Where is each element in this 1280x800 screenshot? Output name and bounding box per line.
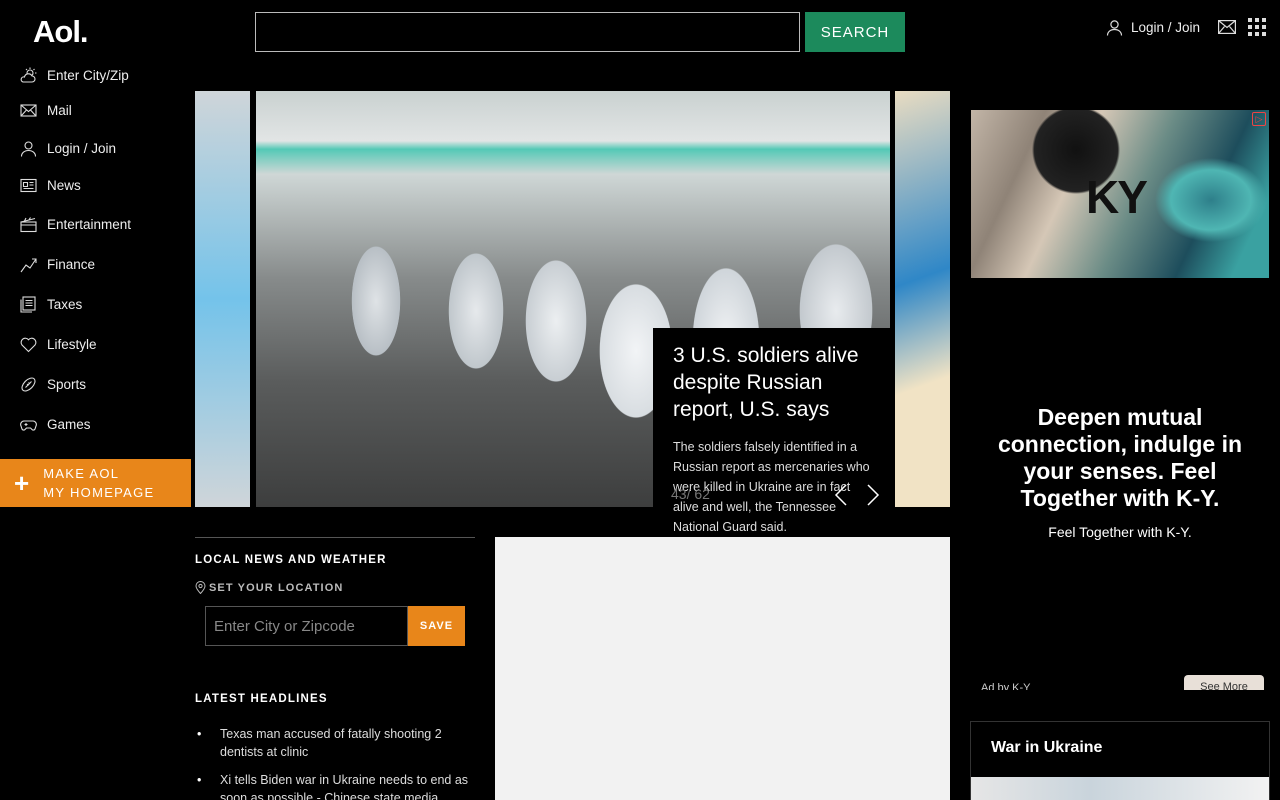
ad-sponsor: Ad by K-Y [981, 682, 1031, 690]
prev-slide-image[interactable] [195, 91, 250, 507]
header-login-link[interactable]: Login / Join [1106, 19, 1200, 36]
mail-icon [20, 103, 37, 117]
hero-caption[interactable]: 3 U.S. soldiers alive despite Russian re… [653, 328, 895, 538]
slide-counter: 43/ 62 [671, 486, 710, 502]
gamepad-icon [20, 419, 37, 431]
adchoices-icon[interactable]: ▷ [1252, 112, 1266, 126]
local-news-section: LOCAL NEWS AND WEATHER SET YOUR LOCATION… [195, 537, 475, 646]
header-actions: Login / Join [1106, 18, 1266, 36]
search-button[interactable]: SEARCH [805, 12, 905, 52]
sidebar-item-finance[interactable]: Finance [0, 244, 191, 284]
sidebar-item-label: Taxes [47, 296, 83, 312]
content-placeholder-panel [495, 537, 950, 800]
ad-image[interactable]: KY ▷ [971, 110, 1269, 278]
save-location-button[interactable]: SAVE [408, 606, 465, 646]
war-in-ukraine-module: War in Ukraine [970, 721, 1270, 800]
sidebar-item-login[interactable]: Login / Join [0, 130, 191, 166]
chart-icon [20, 257, 37, 272]
chevron-left-icon[interactable] [832, 484, 850, 506]
aol-homepage: Aol. SEARCH Login / Join Enter City/Zip [0, 0, 1280, 800]
location-form: Enter City or Zipcode SAVE [205, 606, 475, 646]
hero-title[interactable]: 3 U.S. soldiers alive despite Russian re… [673, 342, 875, 423]
local-news-title: LOCAL NEWS AND WEATHER [195, 554, 387, 566]
sidebar-item-label: Lifestyle [47, 336, 97, 352]
sidebar-item-mail[interactable]: Mail [0, 90, 191, 130]
header-login-label: Login / Join [1130, 19, 1200, 35]
make-homepage-label: MAKE AOL MY HOMEPAGE [43, 464, 154, 502]
sidebar-item-label: Login / Join [47, 140, 117, 156]
sidebar-item-label: Entertainment [47, 216, 132, 232]
set-location-link[interactable]: SET YOUR LOCATION [195, 581, 475, 594]
user-icon [1106, 19, 1123, 36]
module-thumbnail[interactable] [971, 777, 1269, 800]
ad-see-more-button[interactable]: See More [1184, 675, 1264, 690]
sidebar-item-games[interactable]: Games [0, 404, 191, 444]
document-icon [20, 295, 36, 313]
latest-headlines-title: LATEST HEADLINES [195, 693, 328, 705]
ad-brand-logo: KY [1086, 171, 1148, 223]
search-input[interactable] [255, 12, 800, 52]
mail-icon[interactable] [1218, 20, 1236, 34]
location-pin-icon [195, 581, 206, 594]
ad-subline: Feel Together with K-Y. [1048, 524, 1192, 540]
sidebar-item-label: Sports [47, 376, 87, 392]
next-slide-image[interactable] [895, 91, 950, 507]
sidebar-item-entertainment[interactable]: Entertainment [0, 204, 191, 244]
apps-grid-icon[interactable] [1248, 18, 1266, 36]
football-icon [21, 376, 36, 392]
latest-headlines-section: LATEST HEADLINES Texas man accused of fa… [195, 693, 475, 800]
make-homepage-line2: MY HOMEPAGE [43, 485, 155, 500]
plus-icon: + [14, 468, 30, 498]
weather-icon [20, 67, 37, 83]
sidebar: Enter City/Zip Mail Login / Join News En… [0, 60, 191, 444]
sidebar-item-weather[interactable]: Enter City/Zip [0, 60, 191, 90]
sidebar-item-label: Enter City/Zip [47, 67, 129, 83]
news-icon [20, 178, 37, 192]
ad-headline[interactable]: Deepen mutual connection, indulge in you… [985, 404, 1255, 512]
heart-icon [20, 337, 37, 352]
zipcode-input[interactable]: Enter City or Zipcode [205, 606, 408, 646]
headline-item[interactable]: Xi tells Biden war in Ukraine needs to e… [195, 771, 475, 800]
sidebar-item-label: Games [47, 416, 91, 432]
chevron-right-icon[interactable] [864, 484, 882, 506]
sidebar-item-label: Finance [47, 256, 96, 272]
aol-logo[interactable]: Aol. [33, 14, 89, 50]
user-icon [20, 140, 37, 157]
make-homepage-line1: MAKE AOL [43, 466, 120, 481]
sidebar-item-taxes[interactable]: Taxes [0, 284, 191, 324]
headline-list: Texas man accused of fatally shooting 2 … [195, 725, 475, 800]
sidebar-item-sports[interactable]: Sports [0, 364, 191, 404]
clapper-icon [20, 216, 37, 232]
module-title[interactable]: War in Ukraine [991, 739, 1269, 757]
sidebar-item-news[interactable]: News [0, 166, 191, 204]
sidebar-item-label: Mail [47, 102, 72, 118]
headline-item[interactable]: Texas man accused of fatally shooting 2 … [195, 725, 475, 761]
make-homepage-button[interactable]: + MAKE AOL MY HOMEPAGE [0, 459, 191, 507]
sidebar-item-lifestyle[interactable]: Lifestyle [0, 324, 191, 364]
sidebar-item-label: News [47, 177, 81, 193]
set-location-label: SET YOUR LOCATION [209, 581, 344, 594]
advertisement[interactable]: KY ▷ Deepen mutual connection, indulge i… [970, 109, 1270, 690]
